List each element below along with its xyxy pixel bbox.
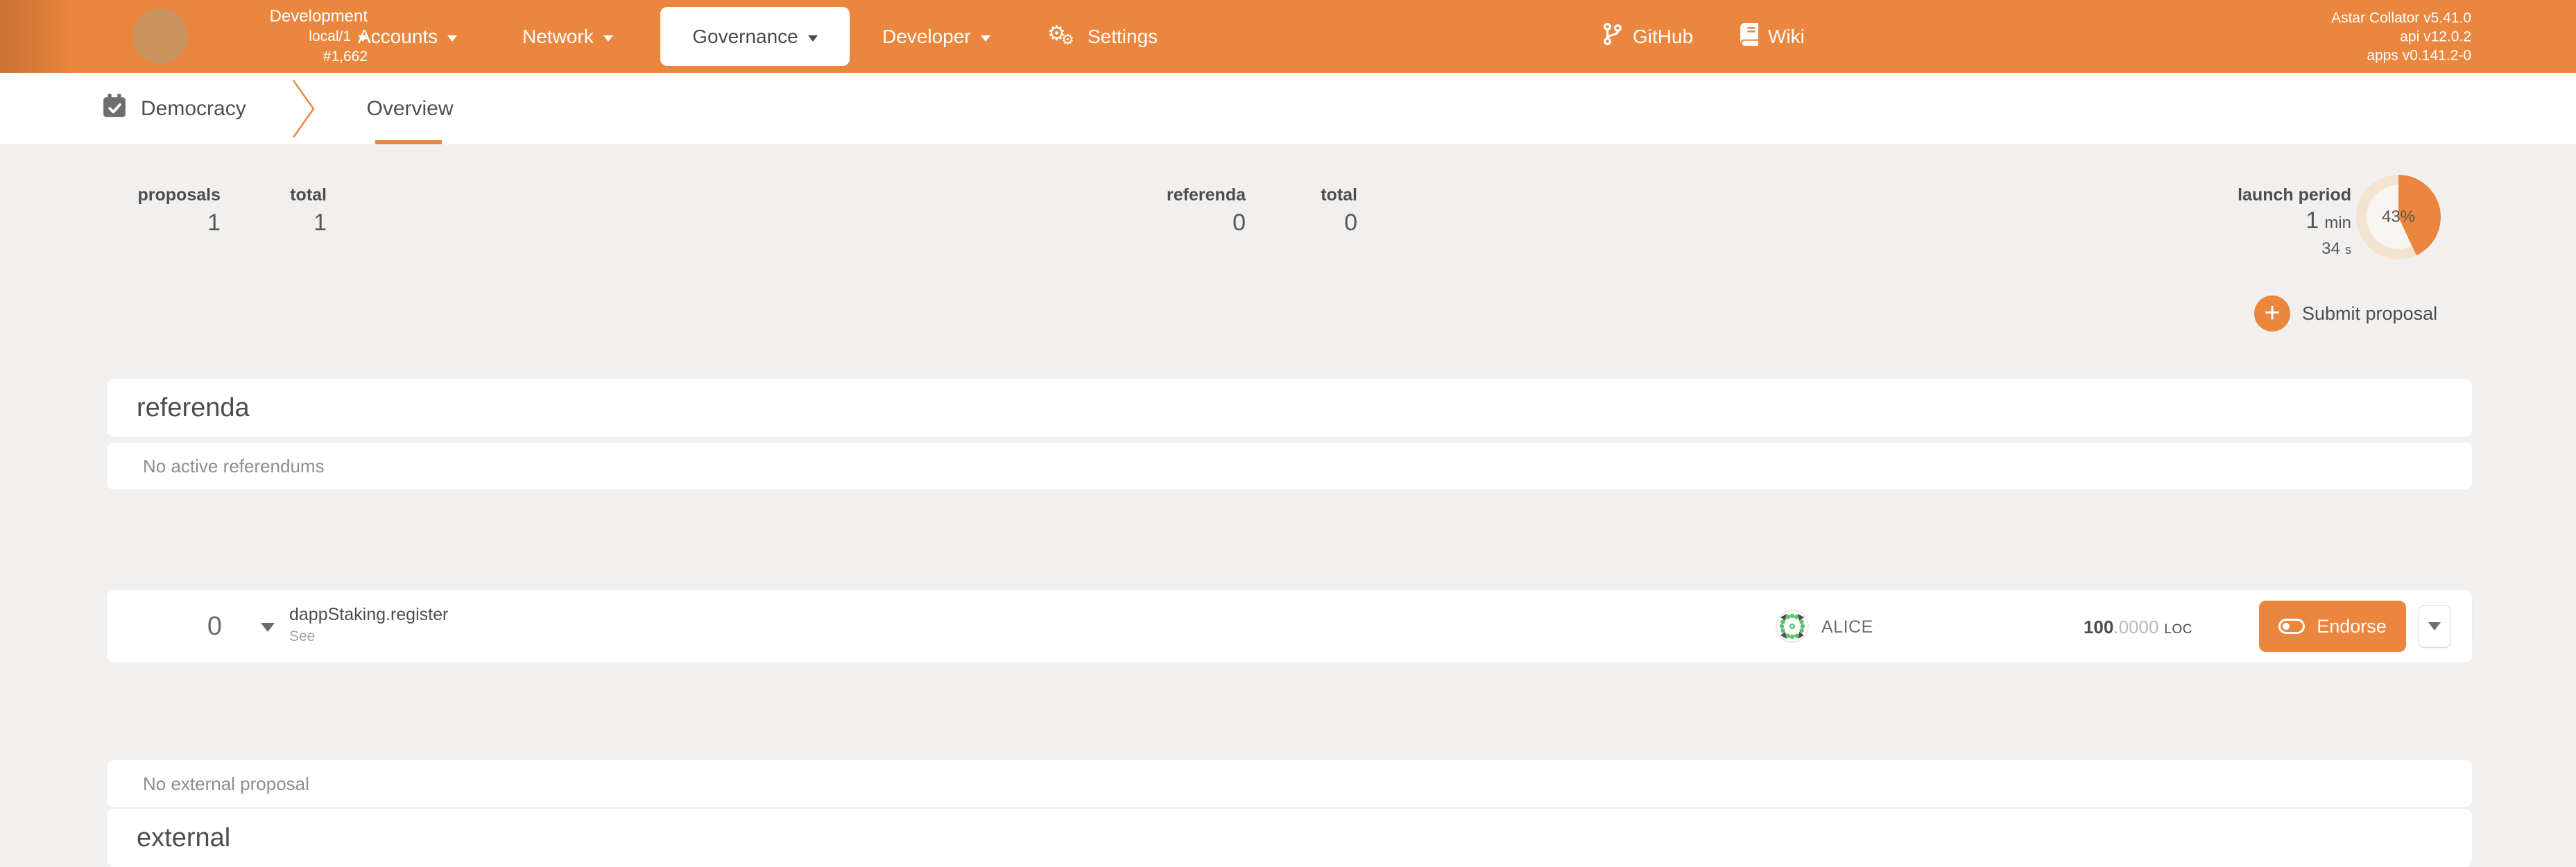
summary-proposals-total: total 1 <box>290 184 327 237</box>
summary-referenda: referenda 0 <box>1167 184 1246 237</box>
external-empty-row: No external proposal <box>107 760 2472 807</box>
version-info: Astar Collator v5.41.0 api v12.0.2 apps … <box>2331 8 2471 65</box>
proposal-row: 0 dappStaking.register See ALICE 100.000… <box>107 590 2472 662</box>
gear-icon: ⚙⚙ <box>1047 23 1078 51</box>
locked-balance: 100.0000 LOC <box>2084 616 2192 641</box>
section-democracy: Democracy <box>102 73 246 144</box>
book-icon <box>1740 23 1758 51</box>
launch-minutes: 1 <box>2305 207 2319 234</box>
external-card-header: external <box>107 809 2472 867</box>
external-title: external <box>137 823 230 853</box>
locked-int: 100 <box>2084 617 2113 637</box>
chevron-down-icon <box>808 35 818 42</box>
external-empty-text: No external proposal <box>143 773 309 795</box>
plus-icon: + <box>2254 295 2290 332</box>
summary-proposals: proposals 1 <box>138 184 221 237</box>
proposal-call-note: See <box>289 627 448 646</box>
chevron-down-icon <box>447 35 457 42</box>
link-wiki[interactable]: Wiki <box>1740 0 1805 73</box>
proposer-name: ALICE <box>1821 616 1873 638</box>
nav-settings[interactable]: ⚙⚙ Settings <box>1047 0 1158 73</box>
chevron-down-icon <box>603 35 613 42</box>
launch-period-ring-inner: 43% <box>2367 185 2430 249</box>
apps-version: apps v0.141.2-0 <box>2331 46 2471 65</box>
endorse-button[interactable]: Endorse <box>2259 601 2406 652</box>
chain-name: Development <box>166 6 368 26</box>
toggle-icon <box>2278 619 2305 634</box>
proposal-call-name[interactable]: dappStaking.register <box>289 603 448 626</box>
referenda-title: referenda <box>137 393 250 423</box>
proposer-identicon <box>1776 610 1809 643</box>
launch-period-percent: 43% <box>2382 207 2415 227</box>
active-tab-underline <box>375 140 442 144</box>
tab-bar: Democracy Overview <box>0 73 2576 144</box>
chain-network-label: local/1 <box>309 26 351 46</box>
summary-referenda-total: total 0 <box>1321 184 1357 237</box>
git-branch-icon <box>1602 22 1623 51</box>
node-version: Astar Collator v5.41.0 <box>2331 8 2471 27</box>
referenda-empty-text: No active referendums <box>143 456 325 477</box>
chevron-down-icon <box>2428 622 2441 630</box>
chain-selector[interactable]: Development local/1 #1,662 <box>166 6 368 67</box>
referenda-card-header: referenda <box>107 379 2472 437</box>
launch-seconds: 34 <box>2321 239 2340 258</box>
row-actions-dropdown-button[interactable] <box>2419 605 2450 648</box>
nav-accounts[interactable]: Accounts <box>358 0 457 73</box>
nav-governance-active[interactable]: Governance <box>660 7 850 66</box>
api-version: api v12.0.2 <box>2331 27 2471 46</box>
expand-caret-icon[interactable] <box>261 623 275 632</box>
locked-unit: LOC <box>2164 622 2192 637</box>
tab-overview[interactable]: Overview <box>365 73 455 144</box>
link-github[interactable]: GitHub <box>1602 0 1693 73</box>
nav-network[interactable]: Network <box>522 0 613 73</box>
chain-block-number: #1,662 <box>166 46 368 67</box>
breadcrumb-chevron-icon <box>291 79 316 142</box>
summary-launch-period: launch period 1min 34s <box>2238 184 2351 261</box>
calendar-check-icon <box>102 94 127 124</box>
chevron-down-icon <box>981 35 990 42</box>
nav-developer[interactable]: Developer <box>882 0 990 73</box>
proposal-index: 0 <box>107 612 222 641</box>
proposal-call: dappStaking.register See <box>289 603 448 646</box>
submit-proposal-button[interactable]: + Submit proposal <box>2254 295 2437 332</box>
section-title: Democracy <box>141 97 246 121</box>
app-header: Development local/1 #1,662 Accounts Netw… <box>0 0 2576 73</box>
locked-frac: .0000 <box>2113 617 2158 637</box>
launch-period-ring: 43% <box>2356 175 2441 259</box>
referenda-empty-row: No active referendums <box>107 443 2472 490</box>
